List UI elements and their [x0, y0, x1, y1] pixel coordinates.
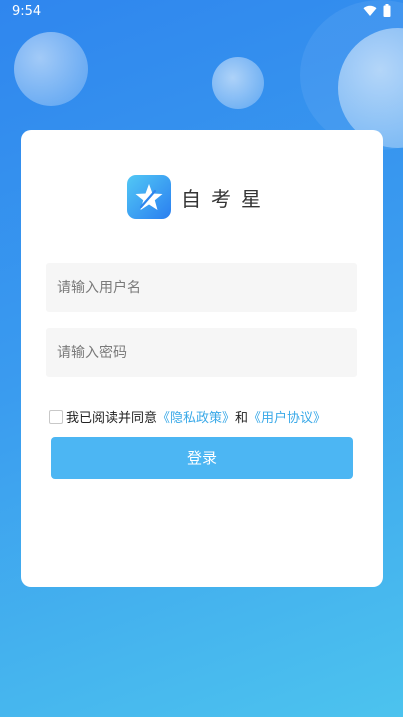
status-time: 9:54: [12, 4, 42, 19]
app-name: 自考星: [181, 186, 271, 211]
privacy-policy-link[interactable]: 《隐私政策》: [157, 407, 235, 426]
login-screen: 9:54 自考星 请输入用户名 我已阅读并同意 《隐私政策》 和 《用户协议》 …: [0, 0, 403, 717]
username-field[interactable]: [46, 263, 357, 312]
login-button[interactable]: 登录: [51, 437, 353, 479]
login-card: 自考星 我已阅读并同意 《隐私政策》 和 《用户协议》 登录: [21, 130, 383, 587]
agreement-row: 我已阅读并同意 《隐私政策》 和 《用户协议》: [49, 407, 326, 426]
decorative-circle: [14, 32, 88, 106]
brand: 自考星: [127, 175, 271, 219]
username-input[interactable]: [46, 263, 337, 312]
agree-checkbox[interactable]: [49, 409, 63, 424]
agree-text: 我已阅读并同意: [66, 411, 158, 426]
password-field[interactable]: [46, 328, 357, 377]
star-logo-icon: [127, 175, 171, 219]
battery-icon: [383, 4, 391, 21]
decorative-circle: [212, 57, 264, 109]
user-agreement-link[interactable]: 《用户协议》: [248, 407, 326, 426]
and-text: 和: [235, 411, 249, 426]
password-input[interactable]: [46, 328, 337, 377]
status-icons: [363, 4, 391, 21]
status-bar: 9:54: [0, 0, 403, 24]
wifi-icon: [363, 5, 377, 21]
